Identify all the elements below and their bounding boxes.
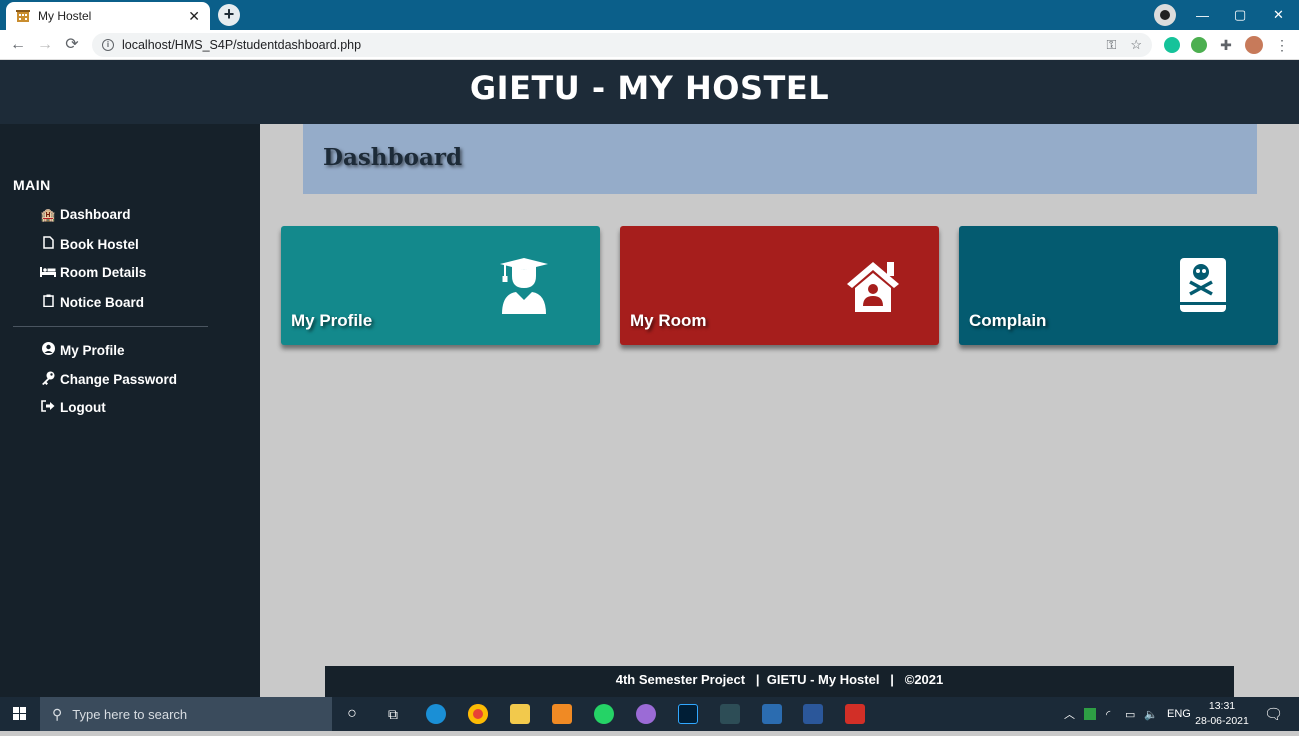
key-icon[interactable]: ⚿ (1106, 37, 1116, 53)
language-indicator[interactable]: ENG (1167, 697, 1191, 731)
card-label: My Profile (291, 311, 373, 330)
my-room-card[interactable]: My Room (620, 226, 939, 345)
tray-app-icon[interactable] (1084, 697, 1096, 731)
hotel-icon: 🏨 (40, 207, 56, 222)
sidebar-item-label: Notice Board (60, 294, 145, 310)
sidebar-item-dashboard[interactable]: 🏨 Dashboard (40, 207, 131, 222)
chrome-icon[interactable] (468, 704, 488, 724)
site-info-icon[interactable]: i (102, 39, 114, 51)
complain-card[interactable]: Complain (959, 226, 1278, 345)
sidebar-heading: MAIN (13, 177, 51, 193)
footer: 4th Semester Project | GIETU - My Hostel… (325, 666, 1234, 697)
sublime-text-icon[interactable] (552, 704, 572, 724)
filmora-icon[interactable] (720, 704, 740, 724)
browser-profile-icon[interactable] (1154, 4, 1176, 26)
user-circle-icon (40, 342, 56, 358)
sidebar-item-label: Change Password (60, 372, 178, 387)
photoshop-icon[interactable] (678, 704, 698, 724)
forward-icon[interactable]: → (35, 35, 55, 55)
minimize-button[interactable]: — (1196, 0, 1209, 30)
task-view-icon[interactable]: ⧉ (383, 704, 403, 724)
windows-taskbar: ⚲ Type here to search ○ ⧉ ︿ ◜ ▭ 🔈 ENG 13… (0, 697, 1299, 731)
key-icon (40, 371, 56, 388)
tray-chevron-icon[interactable]: ︿ (1064, 697, 1075, 731)
globe-extension-icon[interactable] (1191, 37, 1207, 53)
sidebar-item-change-password[interactable]: Change Password (40, 371, 177, 388)
app-header: GIETU - MY HOSTEL (0, 60, 1299, 124)
file-explorer-icon[interactable] (510, 704, 530, 724)
taskbar-clock[interactable]: 13:31 28-06-2021 (1194, 699, 1250, 729)
menu-kebab-icon[interactable]: ⋮ (1274, 37, 1290, 53)
maximize-button[interactable]: ▢ (1234, 0, 1246, 30)
app-icon[interactable] (762, 704, 782, 724)
card-label: My Room (630, 311, 707, 330)
edge-icon[interactable] (426, 704, 446, 724)
dashboard-banner: Dashboard (303, 124, 1257, 194)
poison-book-icon (1180, 258, 1226, 312)
tab-close-icon[interactable]: ✕ (188, 8, 200, 25)
bookmark-star-icon[interactable]: ☆ (1130, 37, 1142, 53)
page-title: GIETU - MY HOSTEL (469, 69, 830, 107)
window-close-button[interactable]: ✕ (1273, 0, 1284, 30)
sidebar-item-label: My Profile (60, 342, 125, 358)
wifi-icon[interactable]: ◜ (1106, 697, 1110, 731)
main-content: Dashboard My Profile My Room Complain 4t… (260, 124, 1299, 697)
sidebar: MAIN 🏨 Dashboard Book Hostel Room Detail… (0, 124, 260, 697)
user-avatar[interactable] (1245, 36, 1263, 54)
windows-start-icon[interactable] (0, 697, 40, 731)
word-icon[interactable] (803, 704, 823, 724)
cortana-icon[interactable]: ○ (342, 704, 362, 724)
grammarly-extension-icon[interactable] (1164, 37, 1180, 53)
sidebar-item-logout[interactable]: Logout (40, 400, 106, 415)
url-text[interactable]: localhost/HMS_S4P/studentdashboard.php (122, 38, 1092, 52)
browser-tab[interactable]: My Hostel ✕ (6, 2, 210, 30)
search-placeholder: Type here to search (72, 706, 188, 722)
card-label: Complain (969, 311, 1047, 330)
sidebar-item-label: Room Details (60, 265, 147, 280)
reload-icon[interactable]: ⟳ (62, 35, 82, 55)
battery-icon[interactable]: ▭ (1125, 697, 1135, 731)
graduate-icon (500, 258, 548, 314)
notification-icon[interactable]: 🗨 (1264, 697, 1283, 731)
sidebar-item-label: Dashboard (60, 207, 131, 222)
file-icon (40, 236, 56, 252)
new-tab-button[interactable]: + (218, 4, 240, 26)
sidebar-divider (13, 326, 208, 327)
sidebar-item-notice-board[interactable]: Notice Board (40, 294, 144, 310)
sidebar-item-my-profile[interactable]: My Profile (40, 342, 125, 358)
volume-icon[interactable]: 🔈 (1144, 697, 1158, 731)
sidebar-item-room-details[interactable]: Room Details (40, 265, 146, 280)
browser-tab-strip: My Hostel ✕ + — ▢ ✕ (0, 0, 1299, 30)
tab-title: My Hostel (38, 9, 92, 23)
clipboard-icon (40, 294, 56, 310)
sign-out-icon (40, 400, 56, 415)
extensions-puzzle-icon[interactable]: ✚ (1218, 37, 1234, 53)
whatsapp-icon[interactable] (594, 704, 614, 724)
photos-icon[interactable] (636, 704, 656, 724)
address-bar[interactable]: i localhost/HMS_S4P/studentdashboard.php… (92, 33, 1152, 57)
browser-toolbar: ← → ⟳ i localhost/HMS_S4P/studentdashboa… (0, 30, 1299, 60)
my-profile-card[interactable]: My Profile (281, 226, 600, 345)
search-icon: ⚲ (52, 705, 63, 722)
clock-date: 28-06-2021 (1195, 715, 1249, 727)
taskbar-search-box[interactable]: ⚲ Type here to search (40, 697, 332, 731)
clock-time: 13:31 (1208, 700, 1236, 712)
acrobat-icon[interactable] (845, 704, 865, 724)
bed-icon (40, 266, 56, 280)
sidebar-item-label: Logout (60, 400, 106, 415)
house-user-icon (847, 262, 899, 312)
back-icon[interactable]: ← (8, 35, 28, 55)
sidebar-item-label: Book Hostel (60, 236, 139, 252)
hostel-favicon-icon (16, 9, 30, 23)
dashboard-title: Dashboard (323, 144, 463, 171)
sidebar-item-book-hostel[interactable]: Book Hostel (40, 236, 139, 252)
